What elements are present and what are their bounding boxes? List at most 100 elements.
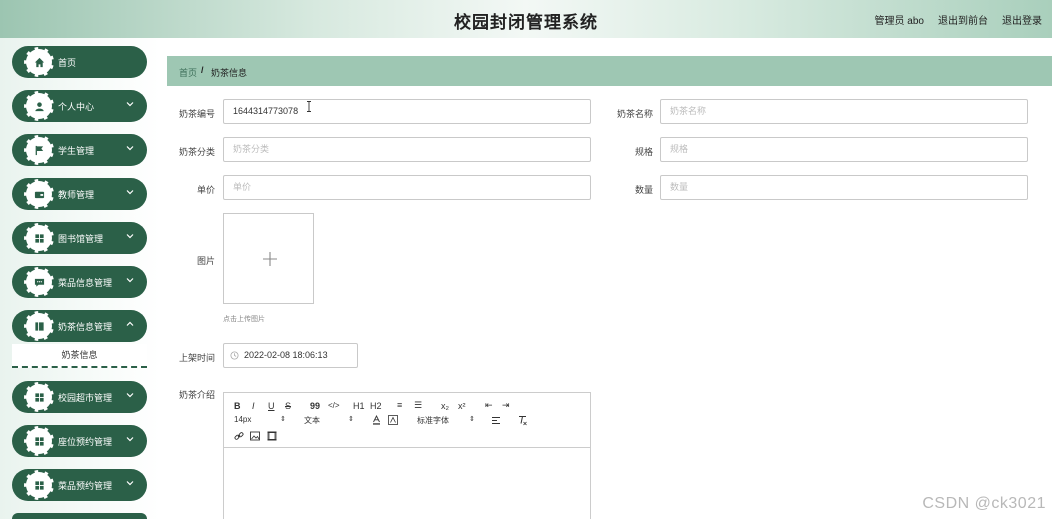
bullet-list-button[interactable]: ☰	[414, 400, 422, 411]
shelf-time-value: 2022-02-08 18:06:13	[244, 350, 328, 360]
select-arrow-icon: ⇕	[469, 416, 475, 423]
breadcrumb-separator: /	[201, 65, 204, 75]
text-cursor-icon	[307, 101, 311, 112]
chevron-down-icon	[126, 437, 134, 442]
bold-button[interactable]: B	[234, 401, 241, 411]
code-label: 奶茶编号	[178, 109, 215, 119]
price-field[interactable]: 单价	[223, 175, 591, 200]
font-family-select[interactable]: 标准字体 ⇕	[417, 415, 475, 426]
editor-content-area[interactable]	[224, 449, 590, 519]
sidebar-item-dishes[interactable]: 菜品信息管理	[12, 266, 147, 298]
h1-button[interactable]: H1	[353, 401, 365, 411]
spec-label: 规格	[634, 147, 653, 157]
outdent-button[interactable]: ⇤	[485, 400, 493, 411]
shelf-time-label: 上架时间	[178, 353, 215, 363]
back-to-front-link[interactable]: 退出到前台	[938, 12, 988, 27]
intro-label: 奶茶介绍	[178, 390, 215, 400]
chevron-down-icon	[126, 278, 134, 283]
flag-icon	[24, 135, 54, 165]
plus-icon	[263, 252, 277, 266]
watermark: CSDN @ck3021	[922, 495, 1046, 512]
chat-icon	[24, 267, 54, 297]
code-block-button[interactable]: </>	[328, 401, 340, 410]
sidebar-item-label: 图书馆管理	[58, 234, 104, 244]
link-icon[interactable]	[234, 431, 244, 441]
image-upload-box[interactable]	[223, 213, 314, 304]
sidebar-item-supermarket[interactable]: 校园超市管理	[12, 381, 147, 413]
underline-button[interactable]: U	[268, 401, 275, 411]
ordered-list-button[interactable]: ≡	[397, 400, 402, 410]
italic-button[interactable]: I	[252, 401, 255, 411]
chevron-down-icon	[126, 234, 134, 239]
user-icon	[24, 91, 54, 121]
sidebar-item-personal[interactable]: 个人中心	[12, 90, 147, 122]
font-size-select[interactable]: 14px ⇕	[234, 415, 286, 424]
rich-text-editor[interactable]: B I U S 99 </> H1 H2 ≡ ☰ x₂ x² ⇤ ⇥ 14px …	[223, 392, 591, 519]
subscript-button[interactable]: x₂	[441, 401, 449, 411]
grid-icon	[24, 426, 54, 456]
top-header: 校园封闭管理系统 管理员 abo 退出到前台 退出登录	[0, 0, 1052, 38]
video-icon[interactable]	[267, 431, 277, 441]
align-icon[interactable]	[491, 416, 501, 425]
sidebar-item-milktea[interactable]: 奶茶信息管理	[12, 310, 147, 342]
strike-button[interactable]: S	[285, 401, 291, 411]
logout-link[interactable]: 退出登录	[1002, 12, 1042, 27]
sidebar-item-label: 校园超市管理	[58, 393, 113, 403]
submenu-item-milktea-info[interactable]: 奶茶信息	[12, 344, 147, 368]
sidebar-item-label: 首页	[58, 58, 77, 68]
background-color-icon[interactable]	[388, 415, 398, 425]
code-field[interactable]: 1644314773078	[223, 99, 591, 124]
clear-format-icon[interactable]	[517, 415, 528, 426]
grid-icon	[24, 470, 54, 500]
sidebar-item-teachers[interactable]: 教师管理	[12, 178, 147, 210]
chevron-down-icon	[126, 190, 134, 195]
name-field[interactable]: 奶茶名称	[660, 99, 1028, 124]
h2-button[interactable]: H2	[370, 401, 382, 411]
sidebar-item-partial[interactable]	[12, 513, 147, 519]
sidebar-item-dish-booking[interactable]: 菜品预约管理	[12, 469, 147, 501]
chevron-down-icon	[126, 102, 134, 107]
category-field[interactable]: 奶茶分类	[223, 137, 591, 162]
superscript-button[interactable]: x²	[458, 401, 466, 411]
sidebar-item-label: 学生管理	[58, 146, 95, 156]
breadcrumb-current: 奶茶信息	[211, 68, 248, 78]
text-type-select[interactable]: 文本 ⇕	[304, 415, 354, 426]
sidebar-item-label: 菜品信息管理	[58, 278, 113, 288]
name-label: 奶茶名称	[616, 109, 653, 119]
sidebar-item-label: 菜品预约管理	[58, 481, 113, 491]
quantity-label: 数量	[634, 185, 653, 195]
grid-icon	[24, 382, 54, 412]
select-arrow-icon: ⇕	[280, 416, 286, 423]
select-arrow-icon: ⇕	[348, 416, 354, 423]
blockquote-button[interactable]: 99	[310, 401, 320, 411]
sidebar-item-label: 奶茶信息管理	[58, 322, 113, 332]
image-icon[interactable]	[250, 431, 260, 441]
chevron-down-icon	[126, 146, 134, 151]
top-links: 管理员 abo 退出到前台 退出登录	[875, 12, 1042, 27]
shelf-time-field[interactable]: 2022-02-08 18:06:13	[223, 343, 358, 368]
editor-toolbar: B I U S 99 </> H1 H2 ≡ ☰ x₂ x² ⇤ ⇥ 14px …	[224, 393, 590, 448]
sidebar-item-seat-booking[interactable]: 座位预约管理	[12, 425, 147, 457]
font-color-icon[interactable]	[372, 415, 381, 425]
clock-icon	[230, 351, 239, 360]
admin-user-label: 管理员 abo	[874, 16, 924, 27]
grid-icon	[24, 223, 54, 253]
font-size-value: 14px	[234, 415, 252, 424]
sidebar-item-label: 个人中心	[58, 102, 95, 112]
home-icon	[24, 47, 54, 77]
spec-field[interactable]: 规格	[660, 137, 1028, 162]
sidebar-item-home[interactable]: 首页	[12, 46, 147, 78]
chevron-up-icon	[126, 321, 134, 326]
font-family-value: 标准字体	[417, 416, 449, 425]
text-type-value: 文本	[304, 416, 320, 425]
book-icon	[24, 311, 54, 341]
chevron-down-icon	[126, 481, 134, 486]
sidebar-item-label: 座位预约管理	[58, 437, 113, 447]
chevron-down-icon	[126, 393, 134, 398]
breadcrumb-home[interactable]: 首页	[179, 66, 197, 79]
indent-button[interactable]: ⇥	[502, 400, 510, 411]
image-label: 图片	[196, 256, 215, 266]
quantity-field[interactable]: 数量	[660, 175, 1028, 200]
sidebar-item-students[interactable]: 学生管理	[12, 134, 147, 166]
sidebar-item-library[interactable]: 图书馆管理	[12, 222, 147, 254]
